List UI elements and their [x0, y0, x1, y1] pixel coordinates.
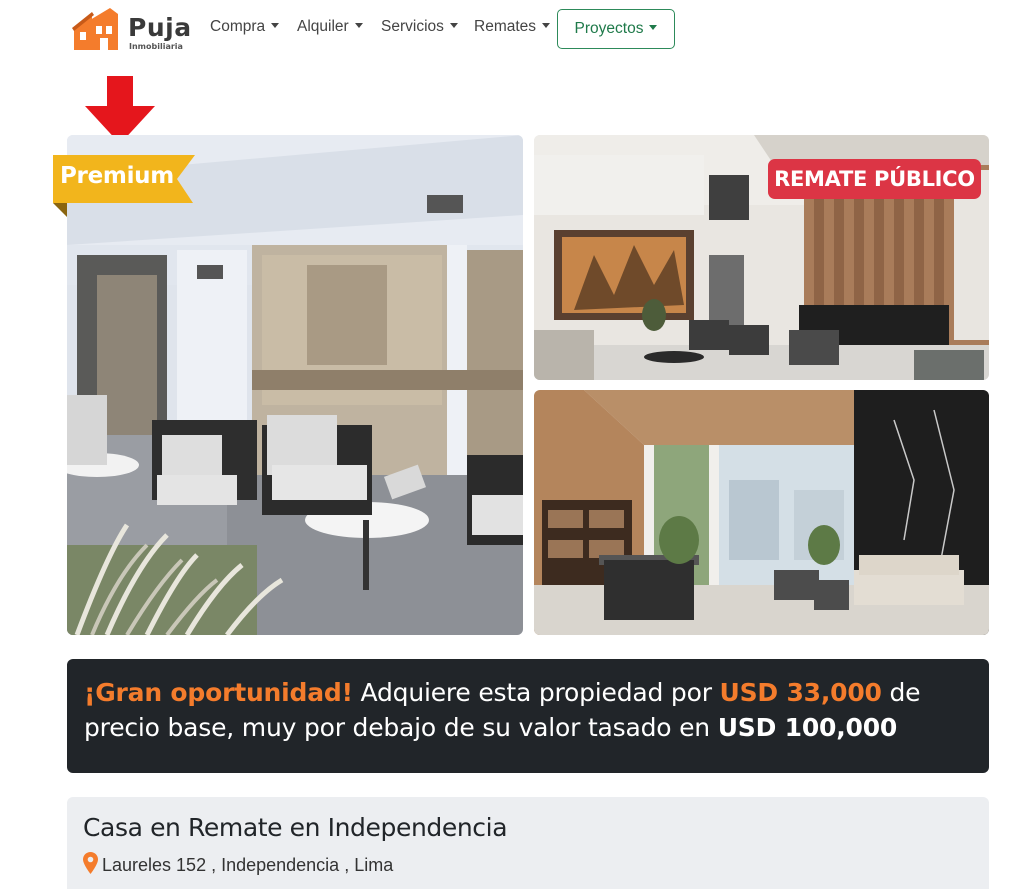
listing-title: Casa en Remate en Independencia: [83, 813, 508, 842]
house-logo-icon: [72, 8, 118, 50]
promo-appraised-value: USD 100,000: [717, 713, 898, 742]
promo-headline: ¡Gran oportunidad!: [84, 678, 353, 707]
caret-down-icon: [449, 23, 458, 28]
nav-proyectos-button[interactable]: Proyectos: [557, 9, 675, 49]
map-pin-icon: [83, 852, 98, 874]
auction-badge: REMATE PÚBLICO: [768, 159, 981, 199]
promo-banner: ¡Gran oportunidad! Adquiere esta propied…: [67, 659, 989, 773]
listing-address: Laureles 152 , Independencia , Lima: [102, 855, 394, 875]
caret-down-icon: [542, 23, 551, 28]
promo-text-1: Adquiere esta propiedad por: [352, 678, 720, 707]
caret-down-icon: [354, 23, 363, 28]
promo-base-price: USD 33,000: [719, 678, 882, 707]
nav-proyectos-label: Proyectos: [574, 20, 644, 37]
caret-down-icon: [649, 25, 658, 30]
gallery-photo-reception[interactable]: [534, 390, 989, 635]
nav-alquiler[interactable]: Alquiler: [297, 18, 363, 36]
premium-badge: Premium: [60, 163, 174, 189]
navbar: Puja Inmobiliaria Compra Alquiler Servic…: [0, 0, 1027, 60]
brand-subtitle: Inmobiliaria: [129, 42, 183, 51]
nav-compra[interactable]: Compra: [210, 18, 280, 36]
brand-name: Puja: [128, 13, 192, 42]
nav-servicios-label: Servicios: [381, 18, 444, 35]
listing-details-card: Casa en Remate en Independencia Laureles…: [67, 797, 989, 889]
brand-logo[interactable]: Puja Inmobiliaria: [70, 6, 192, 52]
nav-remates[interactable]: Remates: [474, 18, 551, 36]
nav-servicios[interactable]: Servicios: [381, 18, 458, 36]
nav-alquiler-label: Alquiler: [297, 18, 349, 35]
nav-remates-label: Remates: [474, 18, 537, 35]
nav-compra-label: Compra: [210, 18, 266, 35]
caret-down-icon: [271, 23, 280, 28]
reception-photo: [534, 390, 989, 635]
